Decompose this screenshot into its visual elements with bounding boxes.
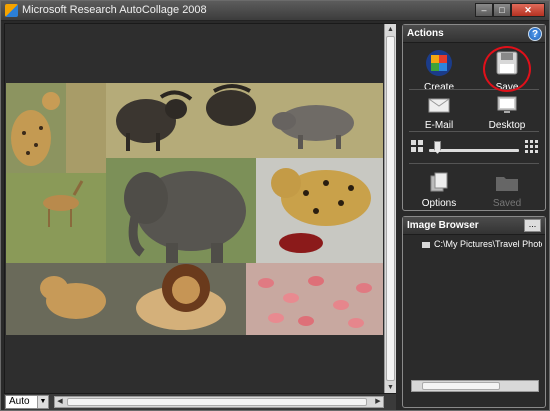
scroll-left-icon[interactable]: ◀ [55,397,65,407]
saved-label: Saved [492,198,522,209]
cheetah-photo [6,83,66,173]
many-images-icon[interactable] [525,140,538,153]
options-icon [430,172,448,192]
canvas-horizontal-scrollbar[interactable]: ◀ ▶ [54,396,384,408]
window-title: Microsoft Research AutoCollage 2008 [22,4,207,16]
folder-tree-item[interactable]: C:\My Pictures\Travel Photos\ [422,239,542,253]
zoom-mode-select[interactable]: Auto ▼ [5,395,49,409]
few-images-icon[interactable] [411,140,423,152]
elephant-photo [106,158,256,268]
horizontal-scroll-thumb[interactable] [67,398,367,406]
create-button[interactable]: Create [409,49,469,93]
chevron-down-icon[interactable]: ▼ [37,396,48,408]
browser-scroll-thumb[interactable] [422,382,500,390]
app-window: Microsoft Research AutoCollage 2008 – □ … [0,0,550,411]
actions-panel: Actions ? Create Save E-Mail Desktop Opt… [402,24,546,211]
create-label: Create [423,82,454,93]
collage-image [6,83,383,335]
desktop-label: Desktop [488,120,526,131]
collage-canvas[interactable]: ▲ ▼ [4,23,396,394]
save-highlight-circle [483,46,531,92]
options-label: Options [421,198,457,209]
monitor-icon [497,96,517,113]
desktop-button[interactable]: Desktop [477,95,537,131]
canvas-vertical-scrollbar[interactable]: ▲ ▼ [384,24,396,393]
actions-header: Actions [407,28,444,39]
image-browser-panel: Image Browser ... C:\My Pictures\Travel … [402,216,546,408]
email-icon [428,98,450,113]
scroll-up-icon[interactable]: ▲ [385,24,396,35]
gazelle-photo [6,173,116,263]
image-count-slider-thumb[interactable] [434,141,441,154]
saved-button[interactable]: Saved [477,171,537,209]
maximize-button[interactable]: □ [493,3,511,17]
scroll-right-icon[interactable]: ▶ [373,397,383,407]
email-button[interactable]: E-Mail [409,95,469,131]
close-button[interactable]: ✕ [511,3,545,17]
options-button[interactable]: Options [409,171,469,209]
app-icon [5,4,18,17]
vertical-scroll-thumb[interactable] [386,36,395,381]
browse-button[interactable]: ... [524,219,541,232]
folder-path: C:\My Pictures\Travel Photos\ [434,239,542,249]
leopard-photo [256,158,383,263]
browser-horizontal-scrollbar[interactable] [411,380,539,392]
folder-icon [422,241,430,248]
help-icon[interactable]: ? [528,27,542,41]
image-browser-header: Image Browser [407,220,479,231]
email-label: E-Mail [424,120,454,131]
lions-photo [6,263,246,335]
flamingos-photo [246,263,383,335]
canvas-bottom-bar: Auto ▼ ◀ ▶ [4,394,396,410]
title-bar[interactable]: Microsoft Research AutoCollage 2008 – □ … [1,1,549,21]
folder-icon [496,177,518,191]
create-icon [426,50,452,76]
image-count-slider[interactable] [429,149,519,152]
zoom-mode-value: Auto [9,396,30,407]
scroll-down-icon[interactable]: ▼ [385,382,396,393]
minimize-button[interactable]: – [475,3,493,17]
